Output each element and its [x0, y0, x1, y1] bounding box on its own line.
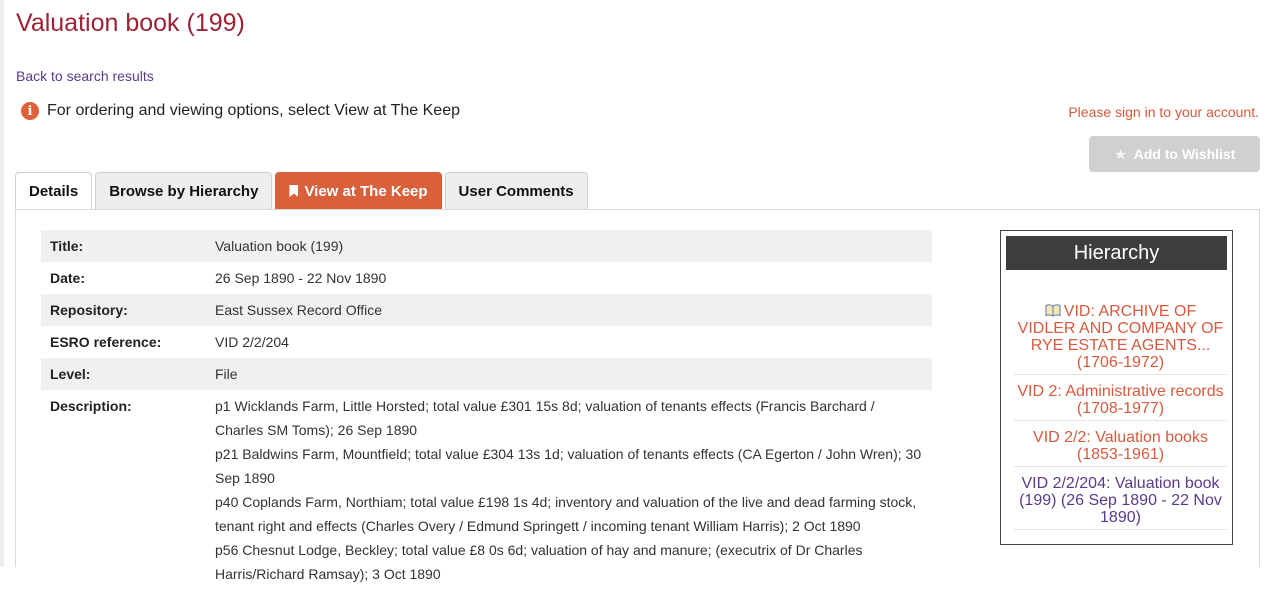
tab-details[interactable]: Details [15, 172, 93, 210]
back-to-search-link[interactable]: Back to search results [16, 68, 154, 84]
tab-browse-by-hierarchy[interactable]: Browse by Hierarchy [95, 172, 273, 209]
book-icon [1045, 304, 1061, 317]
tab-details-label: Details [29, 183, 79, 200]
table-row: Date: 26 Sep 1890 - 22 Nov 1890 [41, 262, 932, 294]
hierarchy-item[interactable]: VID 2/2: Valuation books (1853-1961) [1014, 427, 1227, 467]
date-label: Date: [50, 270, 86, 286]
description-entry: p40 Coplands Farm, Northiam; total value… [215, 494, 917, 534]
bookmark-icon [289, 185, 299, 197]
add-to-wishlist-button[interactable]: Add to Wishlist [1089, 136, 1260, 172]
info-icon: i [21, 102, 39, 120]
page-title: Valuation book (199) [16, 9, 245, 37]
hierarchy-item-label: VID 2/2/204: Valuation book (199) (26 Se… [1019, 475, 1222, 526]
table-row: Title: Valuation book (199) [41, 230, 932, 262]
description-entry: p56 Chesnut Lodge, Beckley; total value … [215, 542, 863, 582]
table-row: Level: File [41, 358, 932, 390]
left-edge [0, 0, 4, 567]
details-table: Title: Valuation book (199) Date: 26 Sep… [41, 230, 932, 594]
description-label: Description: [50, 398, 132, 414]
table-row: Repository: East Sussex Record Office [41, 294, 932, 326]
title-label: Title: [41, 230, 206, 262]
title-value: Valuation book (199) [206, 230, 932, 262]
description-entry: p1 Wicklands Farm, Little Horsted; total… [215, 398, 875, 438]
tab-bar: Details Browse by Hierarchy View at The … [15, 172, 588, 210]
description-value: p1 Wicklands Farm, Little Horsted; total… [206, 390, 932, 594]
info-text: For ordering and viewing options, select… [47, 102, 460, 119]
date-value: 26 Sep 1890 - 22 Nov 1890 [215, 270, 387, 286]
hierarchy-list: VID: ARCHIVE OF VIDLER AND COMPANY OF RY… [1014, 301, 1227, 536]
sign-in-link[interactable]: Please sign in to your account. [1068, 104, 1259, 120]
table-row: Description: p1 Wicklands Farm, Little H… [41, 390, 932, 594]
tab-browse-label: Browse by Hierarchy [109, 182, 259, 200]
tab-user-comments[interactable]: User Comments [444, 172, 588, 209]
hierarchy-item-current[interactable]: VID 2/2/204: Valuation book (199) (26 Se… [1014, 473, 1227, 530]
tab-view-at-the-keep[interactable]: View at The Keep [275, 172, 442, 209]
hierarchy-item-label: VID 2/2: Valuation books (1853-1961) [1033, 429, 1208, 463]
reference-label: ESRO reference: [50, 334, 162, 350]
table-row: ESRO reference: VID 2/2/204 [41, 326, 932, 358]
reference-value: VID 2/2/204 [215, 334, 289, 350]
hierarchy-item[interactable]: VID 2: Administrative records (1708-1977… [1014, 381, 1227, 421]
hierarchy-title: Hierarchy [1006, 236, 1227, 270]
repository-value: East Sussex Record Office [206, 294, 932, 326]
repository-label: Repository: [41, 294, 206, 326]
wishlist-label: Add to Wishlist [1133, 146, 1236, 162]
star-icon [1114, 148, 1126, 159]
tab-comments-label: User Comments [458, 182, 574, 200]
hierarchy-item-label: VID 2: Administrative records (1708-1977… [1017, 383, 1224, 417]
hierarchy-item[interactable]: VID: ARCHIVE OF VIDLER AND COMPANY OF RY… [1014, 301, 1227, 375]
tab-keep-label: View at The Keep [304, 182, 428, 200]
description-entry: p21 Baldwins Farm, Mountfield; total val… [215, 446, 922, 486]
level-label: Level: [41, 358, 206, 390]
level-value: File [206, 358, 932, 390]
hierarchy-box: Hierarchy VID: ARCHIVE OF VIDLER AND COM… [1000, 230, 1233, 545]
info-message: i For ordering and viewing options, sele… [21, 102, 460, 120]
